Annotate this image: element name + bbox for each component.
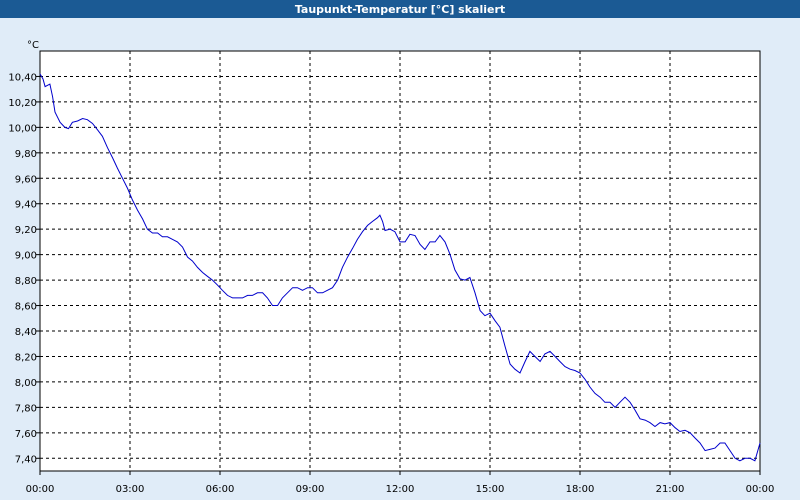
y-tick-label: 8,60 <box>15 302 37 313</box>
y-tick-label: 10,20 <box>8 98 37 109</box>
y-tick-label: 9,80 <box>15 149 37 160</box>
y-tick-label: 8,00 <box>15 378 37 389</box>
x-tick-time-label: 12:00 <box>386 484 415 495</box>
y-axis-unit: °C <box>27 40 39 51</box>
y-tick-label: 9,60 <box>15 174 37 185</box>
chart-window: Taupunkt-Temperatur [°C] skaliert 7,40 7,… <box>0 0 800 500</box>
x-tick-time-label: 21:00 <box>656 484 685 495</box>
y-tick-label: 7,60 <box>15 429 37 440</box>
y-tick-label: 10,00 <box>8 123 37 134</box>
x-tick-time-label: 03:00 <box>116 484 145 495</box>
y-tick-label: 8,80 <box>15 276 37 287</box>
x-tick-time-label: 06:00 <box>206 484 235 495</box>
y-tick-label: 9,00 <box>15 251 37 262</box>
x-tick-time-label: 09:00 <box>296 484 325 495</box>
x-tick-time-label: 15:00 <box>476 484 505 495</box>
chart-canvas: 7,40 7,60 7,80 8,00 8,20 8,40 8,60 8,80 9,00 9,20… <box>0 18 800 500</box>
y-tick-label: 7,40 <box>15 454 37 465</box>
chart-title: Taupunkt-Temperatur [°C] skaliert <box>0 0 800 18</box>
x-tick-time-label: 00:00 <box>746 484 775 495</box>
y-tick-label: 9,20 <box>15 225 37 236</box>
x-tick-time-label: 18:00 <box>566 484 595 495</box>
x-tick-time-label: 00:00 <box>26 484 55 495</box>
y-tick-label: 10,40 <box>8 72 37 83</box>
y-tick-label: 8,20 <box>15 352 37 363</box>
y-tick-label: 9,40 <box>15 200 37 211</box>
y-tick-label: 8,40 <box>15 327 37 338</box>
y-tick-label: 7,80 <box>15 403 37 414</box>
